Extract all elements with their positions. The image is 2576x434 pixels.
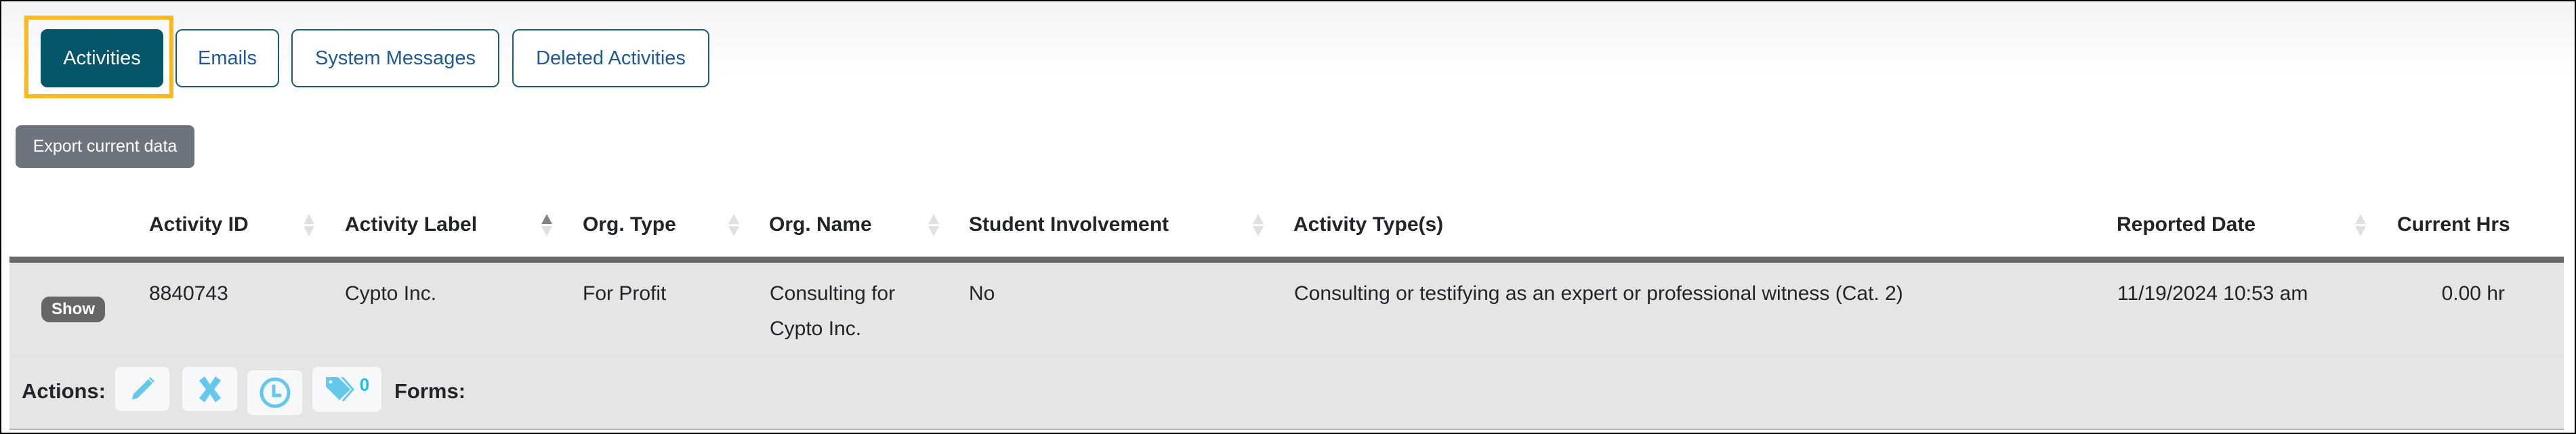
sort-icon[interactable] — [2355, 214, 2366, 237]
sort-icon[interactable] — [728, 214, 739, 237]
cell-org-name: Consulting for Cypto Inc. — [770, 276, 895, 347]
actions-label: Actions: — [22, 379, 106, 403]
delete-button[interactable] — [182, 367, 237, 411]
show-details-button[interactable]: Show — [41, 297, 105, 322]
cell-org-type: For Profit — [583, 282, 667, 305]
tags-button[interactable]: 0 — [312, 367, 381, 412]
column-header-activity-label[interactable]: Activity Label — [345, 213, 477, 237]
column-header-reported-date[interactable]: Reported Date — [2117, 213, 2256, 237]
tags-icon — [325, 377, 354, 402]
edit-button[interactable] — [115, 367, 169, 411]
cell-student-involvement: No — [969, 282, 995, 305]
cell-activity-label: Cypto Inc. — [345, 282, 437, 305]
tab-activities[interactable]: Activities — [41, 29, 163, 87]
cell-org-name-line2: Cypto Inc. — [770, 318, 862, 340]
cell-current-hrs: 0.00 hr — [2441, 282, 2505, 305]
sort-icon[interactable] — [304, 214, 314, 237]
column-header-current-hrs: Current Hrs — [2397, 213, 2510, 236]
cell-reported-date: 11/19/2024 10:53 am — [2117, 282, 2308, 305]
header-separator — [9, 257, 2564, 263]
column-header-org-name[interactable]: Org. Name — [769, 213, 872, 237]
column-header-org-type[interactable]: Org. Type — [583, 213, 676, 237]
cell-activity-id: 8840743 — [149, 282, 228, 305]
sort-icon[interactable] — [1253, 214, 1264, 237]
sort-ascending-icon[interactable] — [541, 214, 552, 237]
tag-count: 0 — [359, 374, 370, 395]
pencil-icon — [132, 376, 154, 399]
x-icon — [199, 376, 221, 402]
tab-system-messages[interactable]: System Messages — [291, 29, 499, 87]
row-bottom-border — [9, 429, 2564, 430]
history-button[interactable] — [247, 370, 302, 415]
cell-activity-types: Consulting or testifying as an expert or… — [1294, 282, 1903, 305]
row-divider — [9, 356, 2564, 357]
column-header-student-involvement[interactable]: Student Involvement — [969, 213, 1169, 237]
tab-deleted-activities[interactable]: Deleted Activities — [512, 29, 709, 87]
cell-org-name-line1: Consulting for — [770, 282, 896, 305]
column-header-activity-id[interactable]: Activity ID — [149, 213, 249, 237]
sort-icon[interactable] — [928, 214, 939, 237]
export-current-data-button[interactable]: Export current data — [16, 125, 194, 168]
tab-emails[interactable]: Emails — [175, 29, 279, 87]
clock-icon — [259, 377, 290, 408]
column-header-activity-types: Activity Type(s) — [1293, 213, 1444, 236]
forms-label: Forms: — [394, 379, 466, 403]
